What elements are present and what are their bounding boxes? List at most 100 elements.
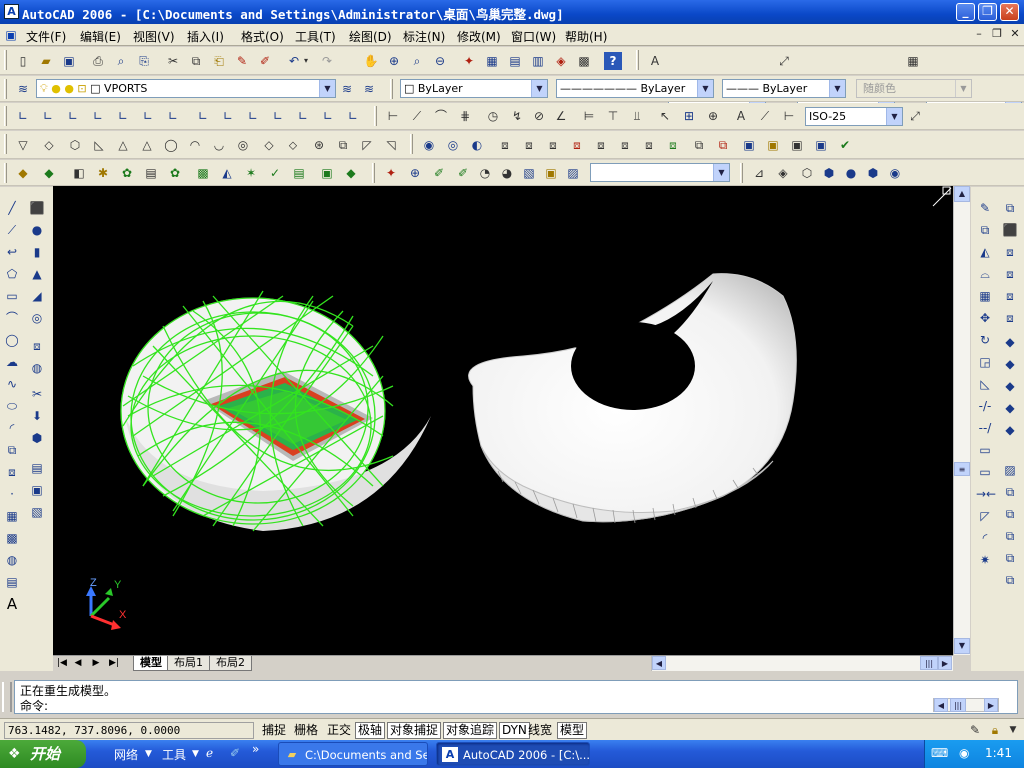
zaxis-ucs-icon[interactable]: ∟ <box>194 107 212 125</box>
color-edges-icon[interactable]: ⧉ <box>714 136 732 154</box>
baseline-dim-icon[interactable]: ⊤ <box>604 107 622 125</box>
status-menu-icon[interactable]: ▼ <box>1006 721 1020 739</box>
vertical-scrollbar[interactable]: ▲ ≡ ▼ <box>953 186 970 655</box>
paste-icon[interactable]: ⎗ <box>210 52 228 70</box>
imprint-icon[interactable]: ▣ <box>740 136 758 154</box>
extrude-icon[interactable]: ⧈ <box>28 337 46 355</box>
color-faces-icon[interactable]: ⧈ <box>664 136 682 154</box>
toolbar-grip[interactable] <box>740 163 743 183</box>
scroll-right-icon[interactable]: ▶ <box>984 698 998 712</box>
polar-toggle[interactable]: 极轴 <box>355 722 386 739</box>
previous-tab-icon[interactable]: ◀ <box>71 657 85 670</box>
lights-icon[interactable]: ✱ <box>94 164 112 182</box>
setup-profile-icon[interactable]: ▧ <box>28 503 46 521</box>
landscape-new-icon[interactable]: ✶ <box>242 164 260 182</box>
communication-center-icon[interactable]: ✎ <box>966 721 984 739</box>
tool-palettes-icon[interactable]: ▤ <box>506 52 524 70</box>
network-toolbar[interactable]: 网络 <box>114 746 138 763</box>
torus-icon[interactable]: ◎ <box>28 309 46 327</box>
front-clip-icon[interactable]: ▣ <box>542 164 560 182</box>
rectangle-icon[interactable]: ▭ <box>3 287 21 305</box>
menu-tools[interactable]: 工具(T) <box>295 28 336 45</box>
pan-icon[interactable]: ✋ <box>362 52 380 70</box>
hscroll-thumb[interactable]: ||| <box>920 656 938 670</box>
landscape-edit-icon[interactable]: ✓ <box>266 164 284 182</box>
3d-orbit-icon[interactable]: ✐ <box>430 164 448 182</box>
ordinate-dim-icon[interactable]: ⋕ <box>456 107 474 125</box>
redo-icon[interactable]: ↷ <box>318 52 336 70</box>
tools-toolbar[interactable]: 工具 <box>162 746 186 763</box>
flat-edges-icon[interactable]: ⬢ <box>864 164 882 182</box>
radius-dim-icon[interactable]: ◷ <box>484 107 502 125</box>
statistics-icon[interactable]: ◆ <box>342 164 360 182</box>
scroll-right-icon[interactable]: ▶ <box>938 656 952 670</box>
linear-dim-icon[interactable]: ⊢ <box>384 107 402 125</box>
chevron-down-icon[interactable]: ▼ <box>192 749 199 759</box>
solid-move-icon[interactable]: ⧈ <box>1001 265 1019 283</box>
layer-previous-icon[interactable]: ≋ <box>360 80 378 98</box>
text-style-icon[interactable]: A <box>646 52 664 70</box>
table-style-icon[interactable]: ▦ <box>904 52 922 70</box>
cone-icon[interactable]: ▲ <box>28 265 46 283</box>
setup-view-icon[interactable]: ▣ <box>28 481 46 499</box>
interfere-icon[interactable]: ⬢ <box>28 429 46 447</box>
mirror-icon[interactable]: ◭ <box>976 243 994 261</box>
tab-model[interactable]: 模型 <box>133 656 169 671</box>
model-toggle[interactable]: 模型 <box>557 722 588 739</box>
ucs-previous-icon[interactable]: ∟ <box>64 107 82 125</box>
solid-rotate-icon[interactable]: ◆ <box>1001 333 1019 351</box>
edge-surface-icon[interactable]: ◹ <box>382 136 400 154</box>
3d-array-icon[interactable]: ⧉ <box>1001 483 1019 501</box>
solid-extrude-icon[interactable]: ⧈ <box>1001 243 1019 261</box>
materials-library-icon[interactable]: ▤ <box>142 164 160 182</box>
delete-faces-icon[interactable]: ⧈ <box>568 136 586 154</box>
slice-icon[interactable]: ✂ <box>28 385 46 403</box>
3d-face-icon[interactable]: ◇ <box>40 136 58 154</box>
quicklaunch-icon[interactable]: ✐ <box>230 746 240 760</box>
diameter-dim-icon[interactable]: ⊘ <box>530 107 548 125</box>
help-icon[interactable]: ? <box>604 52 622 70</box>
zoom-window-icon[interactable]: ⌕ <box>408 52 426 70</box>
menu-draw[interactable]: 绘图(D) <box>349 28 392 45</box>
volume-icon[interactable]: ◉ <box>959 746 969 760</box>
copy-object-icon[interactable]: ⧉ <box>976 221 994 239</box>
2d-wireframe-icon[interactable]: ⊿ <box>750 164 768 182</box>
render-preferences-icon[interactable]: ▣ <box>318 164 336 182</box>
dim-text-edit-icon[interactable]: ⟋ <box>756 107 774 125</box>
table-icon[interactable]: ▤ <box>3 573 21 591</box>
autocad-icon[interactable]: A <box>4 4 19 19</box>
horizontal-scrollbar[interactable]: ◀ ||| ▶ <box>651 656 953 671</box>
scroll-left-icon[interactable]: ◀ <box>934 698 948 712</box>
close-button[interactable]: ✕ <box>1000 3 1019 21</box>
3point-ucs-icon[interactable]: ∟ <box>219 107 237 125</box>
maximize-button[interactable]: ❐ <box>978 3 997 21</box>
clean-icon[interactable]: ▣ <box>764 136 782 154</box>
y-ucs-icon[interactable]: ∟ <box>269 107 287 125</box>
cone-surface-icon[interactable]: △ <box>138 136 156 154</box>
clock[interactable]: 1:41 <box>985 746 1012 760</box>
view-combo[interactable]: ▼ <box>590 163 730 182</box>
pyramid-icon[interactable]: △ <box>114 136 132 154</box>
array-icon[interactable]: ▦ <box>976 287 994 305</box>
dim-edit-icon[interactable]: A <box>732 107 750 125</box>
ellipse-icon[interactable]: ⬭ <box>3 397 21 415</box>
revision-cloud-icon[interactable]: ☁ <box>3 353 21 371</box>
solid-taper-icon[interactable]: ◆ <box>1001 355 1019 373</box>
ellipse-arc-icon[interactable]: ◜ <box>3 419 21 437</box>
wedge-surface-icon[interactable]: ◺ <box>90 136 108 154</box>
3d-continuous-orbit-icon[interactable]: ✐ <box>454 164 472 182</box>
taper-faces-icon[interactable]: ⧈ <box>616 136 634 154</box>
spline-icon[interactable]: ∿ <box>3 375 21 393</box>
sheet-set-icon[interactable]: ▥ <box>529 52 547 70</box>
jogged-dim-icon[interactable]: ↯ <box>508 107 526 125</box>
command-window[interactable]: 正在重生成模型。 命令: ◀ ||| ▶ <box>14 680 1018 714</box>
menu-help[interactable]: 帮助(H) <box>565 28 607 45</box>
check-icon[interactable]: ✔ <box>836 136 854 154</box>
minimize-button[interactable]: _ <box>956 3 975 21</box>
3d-mesh-icon[interactable]: ⬦ <box>284 136 302 154</box>
3d-wireframe-icon[interactable]: ◈ <box>774 164 792 182</box>
continue-dim-icon[interactable]: ⫫ <box>628 107 646 125</box>
toolbar-grip[interactable] <box>636 50 639 70</box>
rotate-icon[interactable]: ↻ <box>976 331 994 349</box>
stretch-icon[interactable]: ◺ <box>976 375 994 393</box>
